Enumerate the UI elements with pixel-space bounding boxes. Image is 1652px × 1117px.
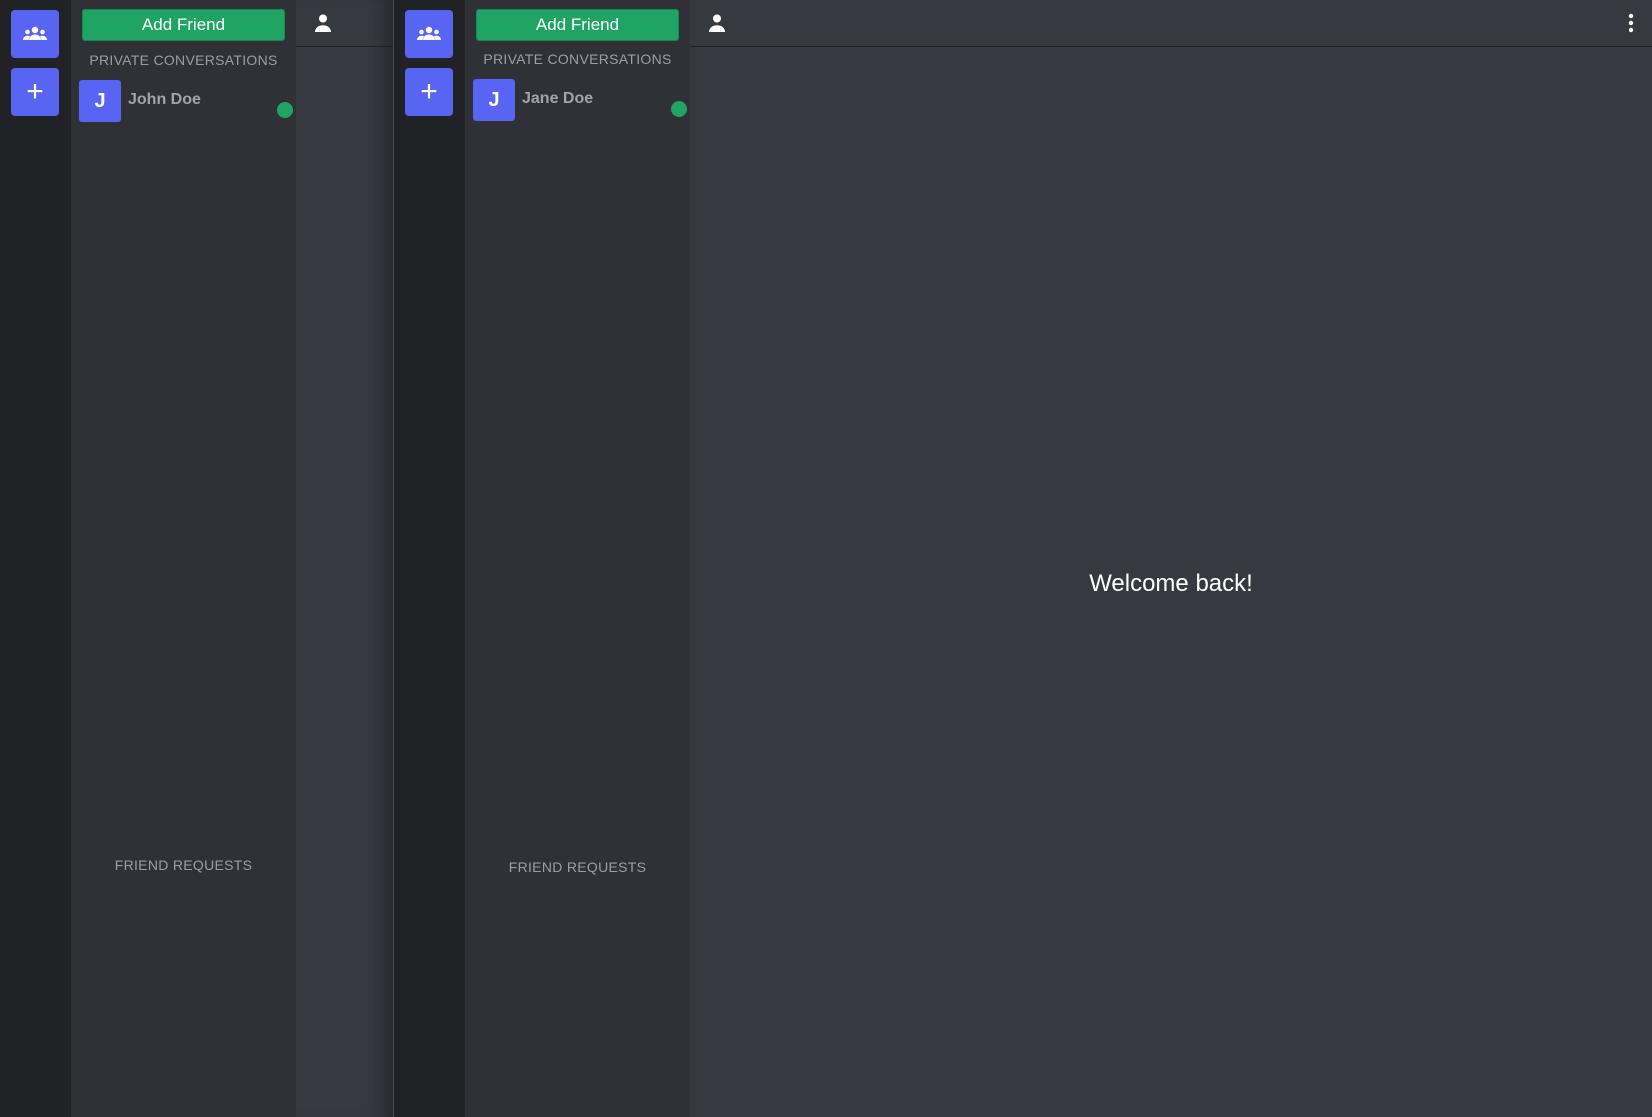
add-server-button[interactable]: + (405, 68, 453, 116)
avatar: J (473, 79, 515, 121)
conversation-name: John Doe (128, 91, 201, 108)
conversations-sidebar: Add Friend PRIVATE CONVERSATIONS J John … (71, 0, 296, 1117)
add-server-button[interactable]: + (11, 68, 59, 116)
online-status-dot (277, 102, 293, 118)
user-icon[interactable] (707, 13, 727, 33)
friend-requests-heading: FRIEND REQUESTS (114, 857, 253, 873)
conversation-item[interactable]: J John Doe (79, 80, 293, 122)
top-bar (296, 0, 393, 47)
private-conversations-heading: PRIVATE CONVERSATIONS (483, 51, 672, 67)
add-friend-button[interactable]: Add Friend (476, 9, 679, 41)
left-app-window: + Add Friend PRIVATE CONVERSATIONS J Joh… (0, 0, 393, 1117)
plus-icon: + (26, 75, 44, 108)
friend-requests-heading: FRIEND REQUESTS (508, 859, 647, 875)
more-vertical-icon[interactable] (1627, 12, 1635, 34)
server-rail: + (0, 0, 71, 1117)
plus-icon: + (420, 75, 438, 108)
user-icon[interactable] (313, 13, 333, 33)
conversation-item[interactable]: J Jane Doe (473, 79, 687, 121)
group-icon (417, 26, 441, 40)
welcome-message: Welcome back! (1089, 570, 1253, 597)
server-rail: + (394, 0, 465, 1117)
top-bar (690, 0, 1652, 47)
private-conversations-heading: PRIVATE CONVERSATIONS (89, 52, 278, 68)
conversation-name: Jane Doe (522, 90, 594, 107)
main-content (296, 0, 393, 1117)
avatar: J (79, 80, 121, 122)
add-friend-button[interactable]: Add Friend (82, 9, 285, 41)
conversations-sidebar: Add Friend PRIVATE CONVERSATIONS J Jane … (465, 0, 690, 1117)
online-status-dot (671, 101, 687, 117)
servers-button[interactable] (405, 10, 453, 58)
group-icon (23, 26, 47, 40)
servers-button[interactable] (11, 10, 59, 58)
main-content: Welcome back! (690, 0, 1652, 1117)
right-app-window: + Add Friend PRIVATE CONVERSATIONS J Jan… (393, 0, 1652, 1117)
